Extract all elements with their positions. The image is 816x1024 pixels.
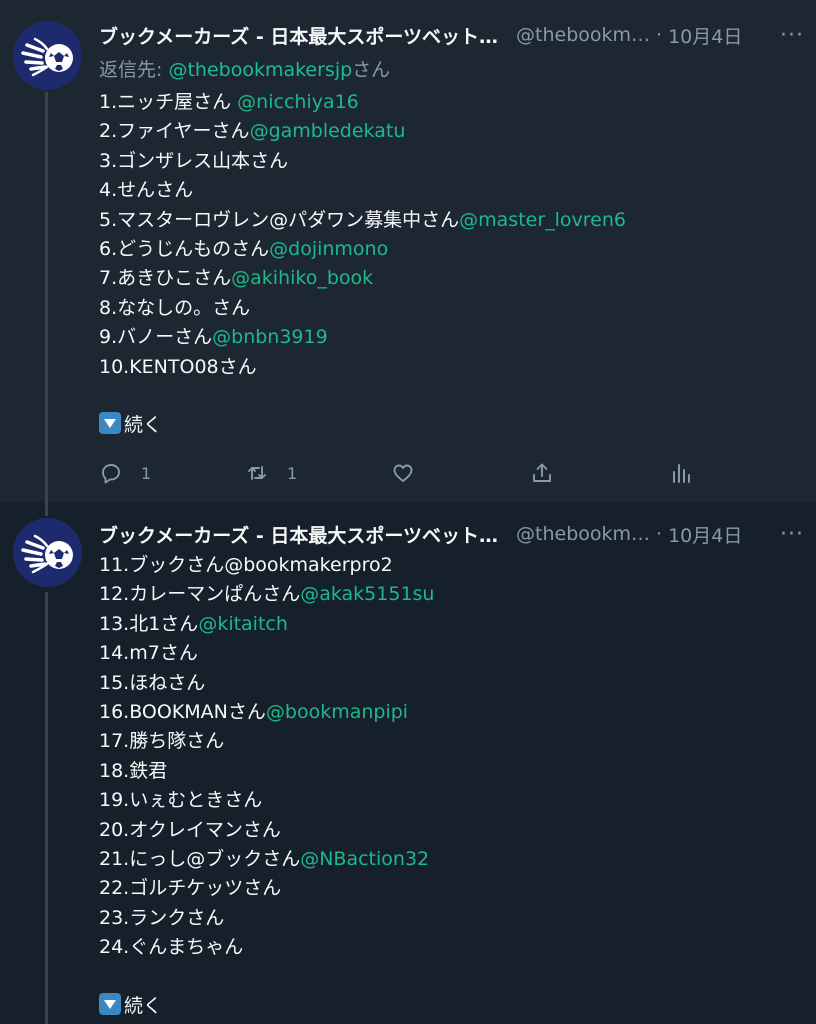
list-item: 20.オクレイマンさん: [99, 818, 281, 841]
like-button[interactable]: [391, 458, 433, 488]
continue-label: 続く: [124, 414, 163, 437]
share-button[interactable]: [530, 458, 554, 488]
continue-label: 続く: [124, 994, 163, 1017]
retweet-icon: [248, 466, 266, 480]
more-icon[interactable]: ···: [780, 23, 804, 48]
separator-dot: ·: [656, 523, 663, 545]
tweet-header: ブックメーカーズ - 日本最大スポーツベット… @thebookm… · 10月…: [99, 20, 804, 50]
separator-dot: ·: [656, 24, 663, 46]
mention-link[interactable]: @bnbn3919: [212, 326, 328, 348]
mention-link[interactable]: @dojinmono: [269, 238, 388, 260]
list-item: 2.ファイヤーさん@gambledekatu: [99, 120, 406, 143]
list-item: 1.ニッチ屋さん @nicchiya16: [99, 91, 359, 113]
retweet-count: 1: [287, 463, 298, 483]
list-item: 10.KENTO08さん: [99, 355, 257, 378]
down-arrow-button-icon: [99, 412, 121, 435]
author-display-name[interactable]: ブックメーカーズ - 日本最大スポーツベット…: [99, 22, 498, 49]
thread-line: [45, 502, 48, 516]
list-item: 23.ランクさん: [99, 906, 225, 929]
list-item: 14.m7さん: [99, 642, 198, 665]
mention-link[interactable]: @master_lovren6: [459, 209, 626, 231]
list-item: 21.にっし@ブックさん@NBaction32: [99, 847, 430, 870]
list-item: 9.バノーさん@bnbn3919: [99, 326, 328, 349]
mention-link[interactable]: @akak5151su: [300, 583, 434, 605]
share-icon: [533, 463, 551, 482]
list-item: 16.BOOKMANさん@bookmanpipi: [99, 700, 409, 723]
tweet-date[interactable]: 10月4日: [668, 22, 742, 49]
reply-to-prefix: 返信先:: [99, 59, 169, 81]
tweet-header: ブックメーカーズ - 日本最大スポーツベット… @thebookm… · 10月…: [99, 519, 804, 549]
author-handle[interactable]: @thebookm…: [516, 24, 650, 46]
list-item: 5.マスターロヴレン@パダワン募集中さん@master_lovren6: [99, 208, 627, 231]
flaming-soccer-ball-icon: [21, 534, 73, 574]
list-item: 4.せんさん: [99, 179, 194, 202]
reply-count: 1: [141, 463, 152, 483]
list-item: 15.ほねさん: [99, 671, 206, 694]
timeline: ブックメーカーズ - 日本最大スポーツベット… @thebookm… · 10月…: [0, 0, 816, 1024]
list-item: 12.カレーマンぱんさん@akak5151su: [99, 583, 435, 606]
continue-line: 続く: [99, 992, 796, 1021]
thread-line: [45, 92, 48, 502]
mention-link[interactable]: @nicchiya16: [237, 91, 359, 113]
reply-icon: [102, 464, 120, 484]
mention-link[interactable]: @kitaitch: [198, 613, 288, 635]
action-bar: 1 1: [99, 458, 719, 488]
avatar[interactable]: [13, 21, 82, 90]
mention-link[interactable]: @gambledekatu: [250, 120, 406, 142]
analytics-icon: [673, 464, 690, 483]
author-handle[interactable]: @thebookm…: [516, 523, 650, 545]
heart-icon: [393, 464, 413, 482]
tweet[interactable]: ブックメーカーズ - 日本最大スポーツベット… @thebookm… · 10月…: [0, 0, 816, 502]
tweet[interactable]: ブックメーカーズ - 日本最大スポーツベット… @thebookm… · 10月…: [0, 502, 816, 1024]
mention-link[interactable]: @akihiko_book: [231, 267, 373, 289]
tweet-body: 11.ブックさん@bookmakerpro2 12.カレーマンぱんさん@akak…: [99, 551, 796, 1021]
list-item: 13.北1さん@kitaitch: [99, 612, 288, 635]
list-item: 17.勝ち隊さん: [99, 730, 225, 753]
list-item: 6.どうじんものさん@dojinmono: [99, 237, 389, 260]
reply-to-suffix: さん: [352, 59, 391, 81]
list-item: 24.ぐんまちゃん: [99, 936, 244, 959]
tweet-body: 1.ニッチ屋さん @nicchiya16 2.ファイヤーさん@gambledek…: [99, 88, 796, 441]
list-item: 22.ゴルチケッツさん: [99, 877, 282, 900]
list-item: 8.ななしの。さん: [99, 296, 251, 319]
thread-line: [45, 592, 48, 1024]
list-item: 18.鉄君: [99, 759, 168, 782]
retweet-button[interactable]: 1: [245, 458, 297, 488]
tweet-date[interactable]: 10月4日: [668, 521, 742, 548]
analytics-button[interactable]: [669, 458, 693, 488]
mention-link[interactable]: @bookmanpipi: [266, 701, 408, 723]
down-arrow-button-icon: [99, 992, 121, 1015]
list-item: 7.あきひこさん@akihiko_book: [99, 267, 374, 290]
reply-to-mention[interactable]: @thebookmakersjp: [168, 59, 352, 81]
reply-button[interactable]: 1: [99, 458, 151, 488]
mention-link[interactable]: @NBaction32: [300, 848, 429, 870]
reply-to: 返信先: @thebookmakersjpさん: [99, 55, 390, 82]
avatar[interactable]: [13, 518, 82, 587]
continue-line: 続く: [99, 411, 796, 440]
flaming-soccer-ball-icon: [21, 37, 73, 77]
more-icon[interactable]: ···: [780, 522, 804, 547]
list-item: 11.ブックさん@bookmakerpro2: [99, 554, 393, 576]
list-item: 19.いぇむときさん: [99, 789, 263, 812]
author-display-name[interactable]: ブックメーカーズ - 日本最大スポーツベット…: [99, 521, 498, 548]
list-item: 3.ゴンザレス山本さん: [99, 149, 289, 172]
